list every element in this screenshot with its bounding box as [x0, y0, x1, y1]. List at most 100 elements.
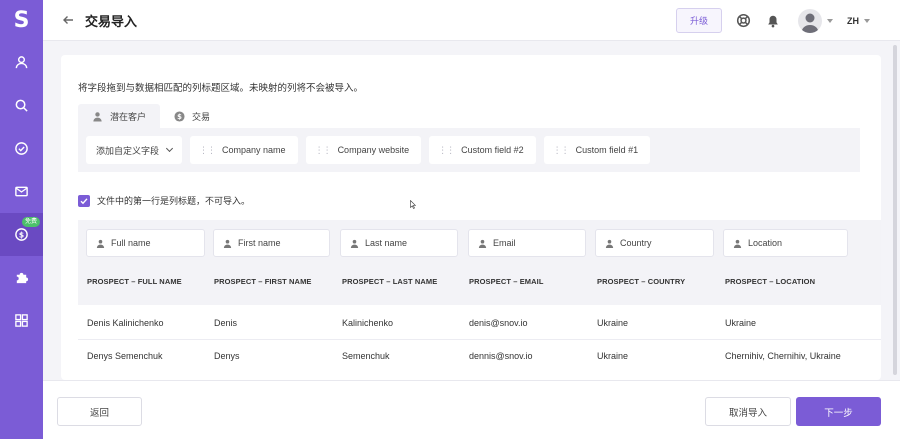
tab-label: 交易	[192, 111, 211, 122]
tab-label: 潜在客户	[110, 111, 147, 122]
mapped-field-slot[interactable]: Full name	[86, 229, 205, 257]
table-cell: Denis Kalinichenko	[87, 318, 164, 328]
svg-text:$: $	[177, 112, 182, 120]
person-icon	[93, 111, 102, 122]
bell-icon[interactable]	[765, 13, 780, 28]
field-chip-label: Custom field #2	[461, 145, 524, 155]
chevron-down-icon[interactable]	[827, 18, 833, 23]
sidebar-item-mail[interactable]	[0, 170, 43, 213]
mapped-field-label: Location	[748, 238, 783, 248]
dollar-icon: $	[15, 228, 28, 241]
person-icon	[350, 239, 359, 248]
mapped-field-label: Full name	[111, 238, 151, 248]
mapped-field-label: Country	[620, 238, 652, 248]
sidebar-item-prospects[interactable]	[0, 41, 43, 84]
tab-deals[interactable]: $ 交易	[160, 104, 224, 128]
free-badge: 免费	[21, 217, 40, 227]
person-icon	[733, 239, 742, 248]
mapped-field-label: First name	[238, 238, 281, 248]
add-custom-field-label: 添加自定义字段	[96, 145, 160, 156]
mouse-cursor-icon	[410, 200, 416, 209]
language-selector[interactable]: ZH	[847, 16, 859, 26]
search-icon	[15, 99, 28, 112]
back-arrow-icon[interactable]	[61, 13, 75, 27]
sidebar-item-search[interactable]	[0, 84, 43, 127]
table-cell: Denis	[214, 318, 238, 328]
field-chip-label: Company name	[222, 145, 286, 155]
back-button[interactable]: 返回	[57, 397, 142, 426]
mapped-field-label: Email	[493, 238, 516, 248]
field-chip[interactable]: ⋮⋮ Company website	[305, 136, 422, 164]
table-cell: Chernihiv, Chernihiv, Ukraine	[725, 351, 841, 361]
check-circle-icon	[15, 142, 28, 155]
user-icon	[15, 56, 28, 69]
field-chip[interactable]: ⋮⋮ Company name	[190, 136, 298, 164]
tab-prospects[interactable]: 潜在客户	[78, 104, 161, 128]
entity-tabs: 潜在客户 $ 交易	[78, 104, 224, 128]
header-row-checkbox-label: 文件中的第一行是列标题，不可导入。	[97, 196, 251, 206]
mail-icon	[15, 186, 28, 197]
drag-handle-icon: ⋮⋮	[552, 144, 570, 155]
header-actions: 升级 ZH	[675, 0, 870, 41]
table-cell: Denys	[214, 351, 240, 361]
field-chip-label: Custom field #1	[575, 145, 639, 155]
mapped-field-slot[interactable]: Last name	[340, 229, 458, 257]
avatar[interactable]	[798, 8, 822, 33]
table-cell: Ukraine	[597, 318, 629, 328]
svg-text:$: $	[19, 230, 24, 239]
mapped-field-slot[interactable]: Location	[723, 229, 848, 257]
field-chip[interactable]: ⋮⋮ Custom field #2	[429, 136, 536, 164]
mapped-field-slot[interactable]: Email	[468, 229, 586, 257]
field-chip[interactable]: ⋮⋮ Custom field #1	[543, 136, 651, 164]
header-row-checkbox[interactable]	[78, 194, 90, 207]
puzzle-icon	[16, 272, 29, 284]
available-fields-bar: 添加自定义字段 ⋮⋮ Company name ⋮⋮ Company website…	[78, 128, 860, 172]
dollar-icon: $	[174, 110, 185, 122]
column-header: PROSPECT – EMAIL	[469, 277, 544, 286]
sidebar: S 免费 $	[0, 0, 43, 439]
sidebar-item-integrations[interactable]	[0, 256, 43, 299]
column-header: PROSPECT – LOCATION	[725, 277, 816, 286]
help-lifebuoy-icon[interactable]	[736, 13, 751, 28]
table-cell: Denys Semenchuk	[87, 351, 163, 361]
mapped-field-slot[interactable]: First name	[213, 229, 330, 257]
add-custom-field-dropdown[interactable]: 添加自定义字段	[86, 136, 183, 164]
sidebar-item-apps[interactable]	[0, 299, 43, 342]
table-cell: Semenchuk	[342, 351, 390, 361]
column-mapping-area: Full name First name Last name Email Cou…	[78, 220, 881, 305]
table-cell: Ukraine	[725, 318, 757, 328]
page-scrollbar[interactable]	[893, 45, 897, 375]
table-cell: Ukraine	[597, 351, 629, 361]
column-header: PROSPECT – FULL NAME	[87, 277, 182, 286]
next-button[interactable]: 下一步	[796, 397, 881, 426]
mapped-field-slot[interactable]: Country	[595, 229, 714, 257]
column-header: PROSPECT – FIRST NAME	[214, 277, 312, 286]
chevron-down-icon[interactable]	[864, 18, 870, 23]
header-row-option: 文件中的第一行是列标题，不可导入。	[78, 194, 250, 207]
person-icon	[96, 239, 105, 248]
import-card: 将字段拖到与数据相匹配的列标题区域。未映射的列将不会被导入。 潜在客户 $ 交易…	[61, 55, 881, 380]
person-icon	[478, 239, 487, 248]
table-cell: denis@snov.io	[469, 318, 528, 328]
field-chip-label: Company website	[337, 145, 410, 155]
drag-handle-icon: ⋮⋮	[314, 144, 332, 155]
mapped-field-label: Last name	[365, 238, 408, 248]
person-icon	[605, 239, 614, 248]
column-header: PROSPECT – LAST NAME	[342, 277, 438, 286]
chevron-down-icon	[165, 144, 174, 153]
sidebar-item-verify[interactable]	[0, 127, 43, 170]
table-cell: dennis@snov.io	[469, 351, 533, 361]
drag-handle-icon: ⋮⋮	[438, 144, 455, 155]
app-logo[interactable]: S	[0, 0, 43, 41]
sidebar-item-deals[interactable]: 免费 $	[0, 213, 43, 256]
grid-icon	[15, 314, 28, 327]
page-title: 交易导入	[85, 13, 138, 29]
footer-actions: 返回 取消导入 下一步	[43, 380, 900, 439]
table-cell: Kalinichenko	[342, 318, 394, 328]
upgrade-button[interactable]: 升级	[675, 8, 722, 33]
cancel-import-button[interactable]: 取消导入	[705, 397, 791, 426]
drag-handle-icon: ⋮⋮	[199, 144, 216, 155]
instructions-text: 将字段拖到与数据相匹配的列标题区域。未映射的列将不会被导入。	[78, 83, 364, 94]
column-header: PROSPECT – COUNTRY	[597, 277, 686, 286]
top-header: 交易导入 升级 ZH	[43, 0, 900, 41]
